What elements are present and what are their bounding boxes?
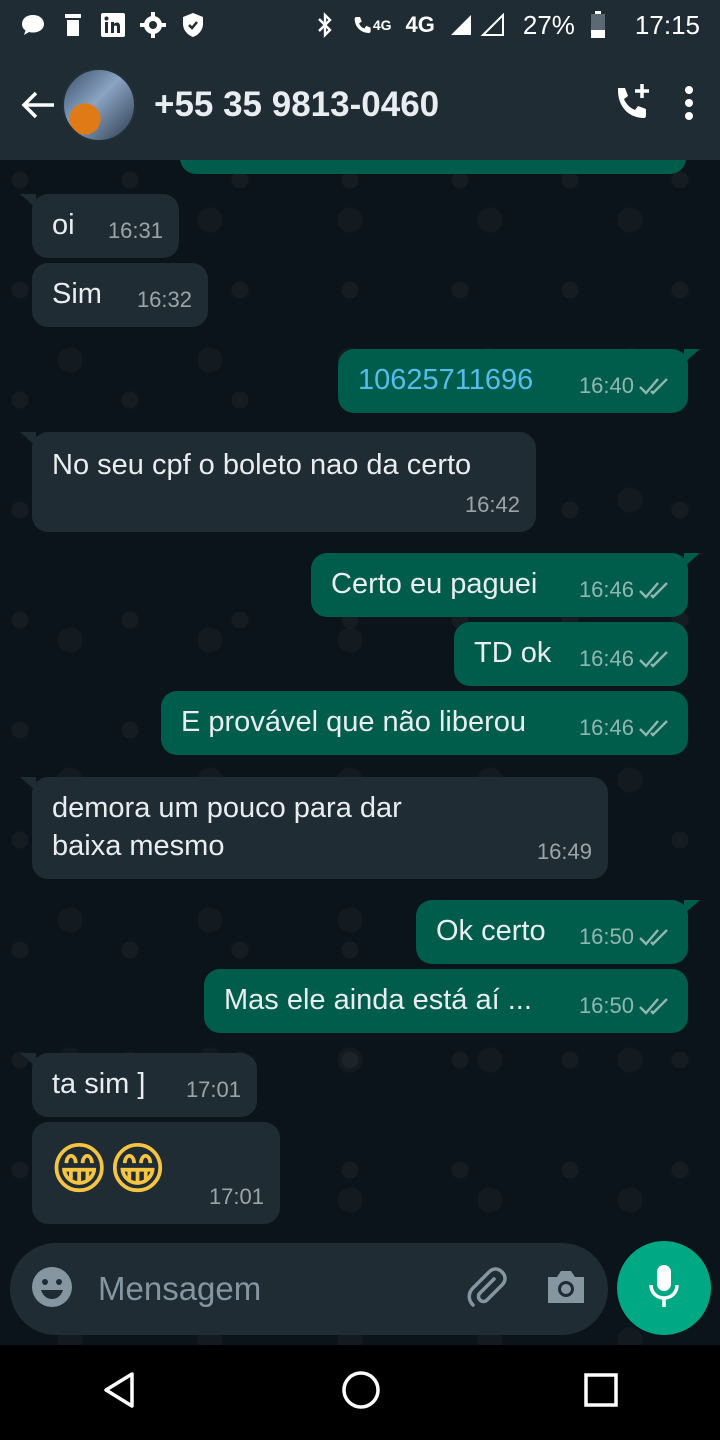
volte-call-icon: 4G xyxy=(352,12,392,38)
double-check-icon xyxy=(639,929,668,946)
incoming-message[interactable]: demora um pouco para dar baixa mesmo 16:4… xyxy=(20,777,608,879)
add-call-icon[interactable] xyxy=(612,82,654,129)
back-arrow-icon[interactable] xyxy=(14,81,62,129)
status-bar: 4G 4G 27% 17:15 xyxy=(0,0,720,50)
message-text: E provável que não liberou xyxy=(181,706,527,738)
message-composer[interactable]: Mensagem xyxy=(10,1243,608,1335)
incoming-message[interactable]: 😁😁 17:01 xyxy=(32,1122,280,1224)
mic-icon xyxy=(646,1263,682,1314)
message-text: ta sim ] xyxy=(52,1068,146,1100)
message-time: 16:46 xyxy=(578,577,634,602)
message-time: 16:50 xyxy=(578,993,634,1018)
status-right-icons: 4G 4G 27% 17:15 xyxy=(312,10,700,41)
emoji-icon[interactable] xyxy=(30,1265,74,1314)
message-time: 16:32 xyxy=(136,287,192,312)
battery-icon xyxy=(589,11,607,38)
nav-back-icon[interactable] xyxy=(100,1370,140,1415)
message-meta: 16:40 xyxy=(579,367,672,405)
message-time: 16:42 xyxy=(464,492,520,517)
incoming-message[interactable]: ta sim ] 17:01 xyxy=(20,1053,257,1117)
nav-recents-icon[interactable] xyxy=(582,1371,620,1414)
outgoing-message[interactable]: TD ok 16:46 xyxy=(454,622,688,686)
message-text: demora um pouco para dar baixa mesmo xyxy=(52,792,402,862)
bubble-tail xyxy=(20,1053,36,1067)
chat-header: +55 35 9813-0460 xyxy=(0,50,720,160)
bubble-tail xyxy=(20,432,36,446)
contact-name[interactable]: +55 35 9813-0460 xyxy=(154,85,612,125)
outgoing-message[interactable]: E provável que não liberou 16:46 xyxy=(161,691,688,755)
chat-area[interactable]: oi 16:31 Sim 16:32 10625711696 16:40 No seu cp… xyxy=(0,160,720,1345)
message-meta: 17:01 xyxy=(186,1071,241,1109)
bubble-tail xyxy=(684,900,700,914)
attach-icon[interactable] xyxy=(464,1265,508,1314)
bubble-tail xyxy=(684,553,700,567)
battery-percent: 27% xyxy=(522,9,575,40)
bluetooth-icon xyxy=(312,12,338,38)
settings-gear-icon xyxy=(140,12,166,38)
system-nav-bar xyxy=(0,1345,720,1440)
message-meta: 16:46 xyxy=(579,709,672,747)
message-meta: 16:46 xyxy=(579,571,672,609)
previous-message-edge xyxy=(180,160,686,174)
incoming-message[interactable]: Sim 16:32 xyxy=(32,263,208,327)
status-time: 17:15 xyxy=(634,9,700,40)
message-emoji: 😁😁 xyxy=(50,1137,167,1202)
message-input[interactable]: Mensagem xyxy=(98,1270,464,1308)
message-time: 16:50 xyxy=(578,924,634,949)
message-text: oi xyxy=(52,209,75,241)
incoming-message[interactable]: No seu cpf o boleto nao da certo 16:42 xyxy=(20,432,536,532)
incoming-message[interactable]: oi 16:31 xyxy=(20,194,179,258)
message-meta: 16:50 xyxy=(579,987,672,1025)
message-text: No seu cpf o boleto nao da certo xyxy=(52,449,472,481)
bubble-tail xyxy=(684,349,700,363)
message-time: 16:46 xyxy=(578,646,634,671)
bubble-tail xyxy=(20,194,36,208)
message-time: 17:01 xyxy=(185,1077,241,1102)
message-text: TD ok xyxy=(474,637,552,669)
shield-icon xyxy=(180,12,206,38)
message-time: 16:31 xyxy=(107,218,163,243)
outgoing-message[interactable]: Mas ele ainda está aí ... 16:50 xyxy=(204,969,688,1033)
double-check-icon xyxy=(639,998,668,1015)
message-text: 10625711696 xyxy=(358,364,534,396)
message-text: Sim xyxy=(52,278,102,310)
message-text: Ok certo xyxy=(436,915,546,947)
message-time: 17:01 xyxy=(208,1184,264,1209)
double-check-icon xyxy=(639,720,668,737)
message-time: 16:49 xyxy=(536,839,592,864)
linkedin-icon xyxy=(100,12,126,38)
outgoing-message[interactable]: Ok certo 16:50 xyxy=(416,900,700,964)
trash-icon xyxy=(60,12,86,38)
message-meta: 16:49 xyxy=(537,833,592,871)
nav-home-icon[interactable] xyxy=(340,1369,382,1416)
message-time: 16:46 xyxy=(578,715,634,740)
message-text: Certo eu paguei xyxy=(331,568,538,600)
volte-label: 4G xyxy=(372,17,392,33)
more-vert-icon[interactable] xyxy=(684,85,694,126)
network-type: 4G xyxy=(405,12,435,37)
message-time: 16:40 xyxy=(578,373,634,398)
double-check-icon xyxy=(639,582,668,599)
message-text: Mas ele ainda está aí ... xyxy=(224,984,532,1016)
message-meta: 16:31 xyxy=(108,212,163,250)
outgoing-message[interactable]: 10625711696 16:40 xyxy=(338,349,700,413)
camera-icon[interactable] xyxy=(544,1267,588,1312)
message-meta: 16:32 xyxy=(137,281,192,319)
mic-button[interactable] xyxy=(617,1241,711,1335)
bubble-tail xyxy=(20,777,36,791)
message-meta: 17:01 xyxy=(209,1178,264,1216)
signal-icon xyxy=(449,12,509,38)
contact-avatar[interactable] xyxy=(62,68,136,142)
message-meta: 16:50 xyxy=(579,918,672,956)
status-left-icons xyxy=(20,12,206,38)
chat-bubble-icon xyxy=(20,12,46,38)
message-meta: 16:42 xyxy=(465,486,520,524)
message-meta: 16:46 xyxy=(579,640,672,678)
double-check-icon xyxy=(639,651,668,668)
outgoing-message[interactable]: Certo eu paguei 16:46 xyxy=(311,553,700,617)
double-check-icon xyxy=(639,378,668,395)
